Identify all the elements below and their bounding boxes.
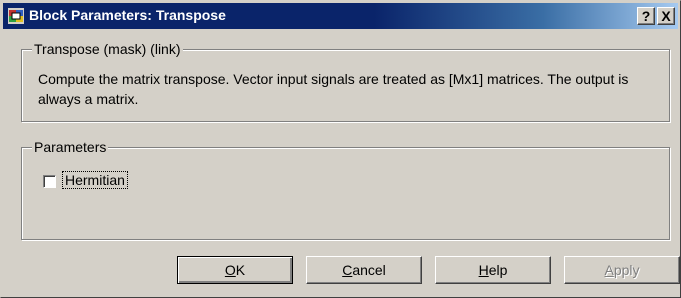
cancel-mnemonic: C bbox=[342, 262, 353, 278]
dialog-title: Block Parameters: Transpose bbox=[29, 7, 226, 23]
hermitian-label[interactable]: Hermitian bbox=[62, 171, 128, 189]
title-bar[interactable]: Block Parameters: Transpose ? X bbox=[3, 3, 678, 29]
ok-mnemonic: O bbox=[224, 262, 236, 278]
help-button[interactable]: Help bbox=[435, 256, 551, 284]
description-legend: Transpose (mask) (link) bbox=[32, 41, 183, 57]
ok-label: K bbox=[235, 262, 246, 278]
ok-button[interactable]: OK bbox=[177, 256, 293, 284]
help-label: elp bbox=[488, 262, 508, 278]
close-icon[interactable]: X bbox=[657, 7, 675, 25]
apply-button[interactable]: Apply bbox=[564, 256, 680, 284]
description-text: Compute the matrix transpose. Vector inp… bbox=[38, 71, 629, 107]
parameters-legend: Parameters bbox=[32, 139, 109, 155]
parameters-group bbox=[21, 147, 670, 240]
hermitian-checkbox[interactable] bbox=[43, 175, 56, 188]
simulink-block-icon[interactable] bbox=[8, 8, 24, 24]
help-mnemonic: H bbox=[478, 262, 489, 278]
apply-mnemonic: A bbox=[604, 262, 614, 278]
cancel-button[interactable]: Cancel bbox=[306, 256, 422, 284]
dialog-window: Block Parameters: Transpose ? X Transpos… bbox=[0, 0, 681, 298]
cancel-label: ancel bbox=[352, 262, 386, 278]
help-icon[interactable]: ? bbox=[637, 7, 655, 25]
apply-label: pply bbox=[613, 262, 640, 278]
